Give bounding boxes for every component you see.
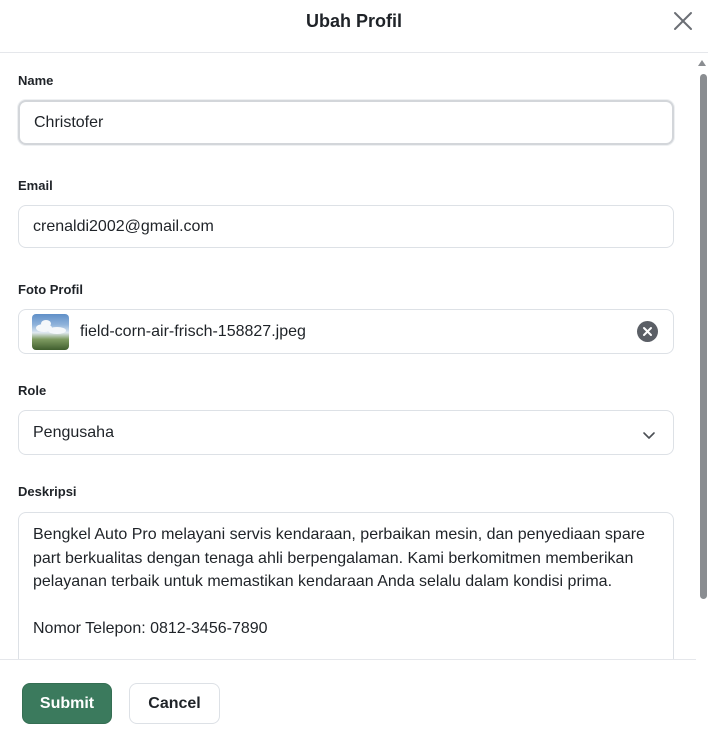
chevron-down-icon bbox=[642, 428, 656, 439]
scroll-up-arrow[interactable] bbox=[698, 60, 706, 66]
email-input[interactable]: crenaldi2002@gmail.com bbox=[18, 205, 674, 248]
email-label: Email bbox=[18, 178, 53, 193]
email-value: crenaldi2002@gmail.com bbox=[33, 217, 214, 235]
name-value: Christofer bbox=[34, 113, 104, 131]
photo-thumbnail bbox=[32, 313, 69, 350]
photo-label: Foto Profil bbox=[18, 282, 83, 297]
role-label: Role bbox=[18, 383, 47, 398]
photo-filename: field-corn-air-frisch-158827.jpeg bbox=[80, 322, 306, 340]
cancel-button[interactable]: Cancel bbox=[129, 683, 220, 724]
description-label: Deskripsi bbox=[18, 484, 77, 499]
dialog-title: Ubah Profil bbox=[305, 11, 402, 31]
role-select[interactable]: Pengusaha bbox=[18, 410, 674, 455]
photo-file-input[interactable]: field-corn-air-frisch-158827.jpeg bbox=[18, 309, 674, 354]
dialog-body: Name Christofer Email crenaldi2002@gmail… bbox=[0, 54, 696, 659]
scroll-thumb[interactable] bbox=[700, 74, 707, 599]
description-textarea[interactable]: Bengkel Auto Pro melayani servis kendara… bbox=[18, 512, 674, 659]
dialog-header: Ubah Profil bbox=[0, 0, 708, 53]
role-selected-value: Pengusaha bbox=[33, 423, 114, 441]
dialog-footer: Submit Cancel bbox=[0, 659, 696, 729]
clear-x-icon[interactable] bbox=[637, 321, 658, 342]
close-icon[interactable] bbox=[672, 10, 694, 32]
name-label: Name bbox=[18, 73, 54, 88]
submit-button[interactable]: Submit bbox=[22, 683, 112, 724]
name-input[interactable]: Christofer bbox=[18, 100, 674, 145]
dialog-scrollbar[interactable] bbox=[696, 54, 708, 659]
